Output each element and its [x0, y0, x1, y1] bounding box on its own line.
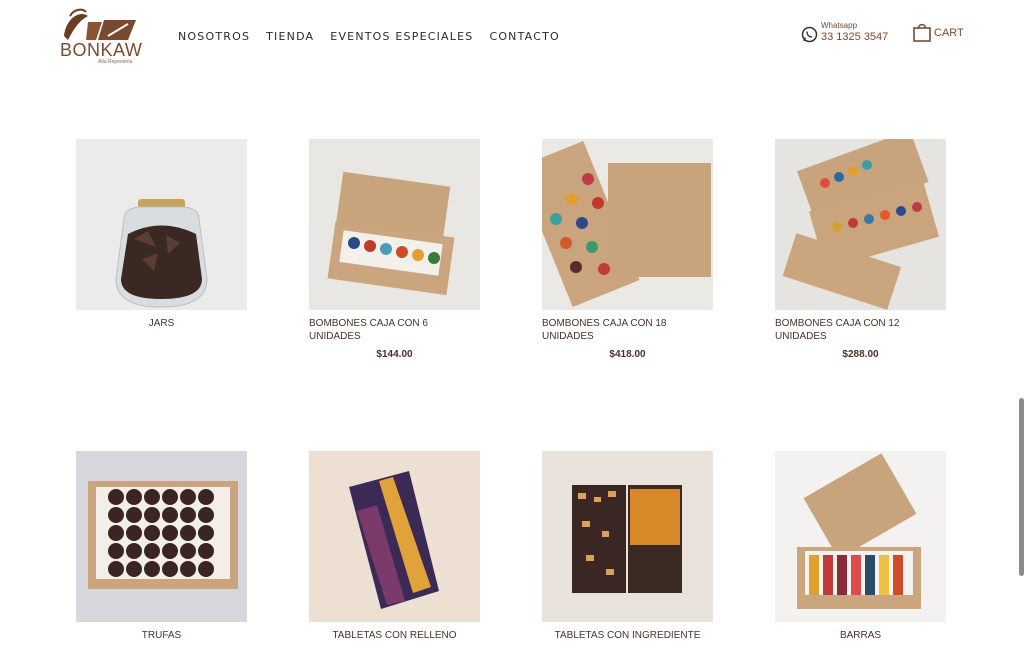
- product-price: $418.00: [609, 349, 646, 360]
- product-card-tabletas-ingrediente[interactable]: TABLETAS CON INGREDIENTE: [542, 451, 713, 642]
- product-name[interactable]: BOMBONES CAJA CON 6 UNIDADES: [309, 317, 480, 343]
- product-card-tabletas-relleno[interactable]: TABLETAS CON RELLENO: [309, 451, 480, 642]
- product-name[interactable]: TABLETAS CON RELLENO: [309, 629, 480, 642]
- product-card-bombones-18[interactable]: BOMBONES CAJA CON 18 UNIDADES $418.00: [542, 139, 713, 360]
- main-nav: NOSOTROS TIENDA EVENTOS ESPECIALES CONTA…: [178, 30, 560, 43]
- product-image[interactable]: [775, 139, 946, 310]
- logo-tagline: Alta Repostería: [98, 59, 133, 65]
- product-name[interactable]: JARS: [76, 317, 247, 330]
- shopping-bag-icon: [913, 23, 931, 42]
- product-name[interactable]: BARRAS: [775, 629, 946, 642]
- product-card-bombones-6[interactable]: BOMBONES CAJA CON 6 UNIDADES $144.00: [309, 139, 480, 360]
- ingredient-bars-image: [572, 485, 682, 593]
- product-image[interactable]: [76, 139, 247, 310]
- product-name[interactable]: TRUFAS: [76, 629, 247, 642]
- cart-label: CART: [934, 27, 964, 39]
- product-card-jars[interactable]: JARS: [76, 139, 247, 330]
- whatsapp-number: 33 1325 3547: [821, 31, 889, 43]
- product-image[interactable]: [76, 451, 247, 622]
- cart-button[interactable]: CART: [912, 22, 964, 42]
- product-name[interactable]: TABLETAS CON INGREDIENTE: [542, 629, 713, 642]
- product-image[interactable]: [309, 451, 480, 622]
- whatsapp-icon: [801, 26, 818, 43]
- nav-tienda[interactable]: TIENDA: [266, 30, 314, 43]
- product-price: $288.00: [842, 349, 879, 360]
- site-header: BONKAW Alta Repostería NOSOTROS TIENDA E…: [0, 0, 1024, 75]
- product-image[interactable]: [542, 139, 713, 310]
- product-card-bombones-12[interactable]: BOMBONES CAJA CON 12 UNIDADES $288.00: [775, 139, 946, 360]
- nav-contacto[interactable]: CONTACTO: [489, 30, 559, 43]
- product-name[interactable]: BOMBONES CAJA CON 12 UNIDADES: [775, 317, 946, 343]
- product-name[interactable]: BOMBONES CAJA CON 18 UNIDADES: [542, 317, 713, 343]
- nav-eventos-especiales[interactable]: EVENTOS ESPECIALES: [330, 30, 473, 43]
- jar-image: [115, 199, 208, 308]
- product-image[interactable]: [542, 451, 713, 622]
- product-card-barras[interactable]: BARRAS: [775, 451, 946, 642]
- page-scrollbar[interactable]: [1019, 398, 1024, 576]
- whatsapp-label: Whatsapp: [821, 21, 858, 30]
- logo-wordmark: BONKAW: [60, 40, 143, 60]
- product-price: $144.00: [376, 349, 413, 360]
- filled-bar-image: [349, 471, 439, 609]
- box-12-image: [782, 139, 939, 310]
- bars-box-image: [797, 453, 921, 609]
- product-card-trufas[interactable]: TRUFAS: [76, 451, 247, 642]
- product-image[interactable]: [309, 139, 480, 310]
- box-18-image: [542, 140, 711, 308]
- bonkaw-logo[interactable]: BONKAW Alta Repostería: [58, 6, 142, 68]
- product-image[interactable]: [775, 451, 946, 622]
- box-6-image: [327, 171, 455, 296]
- nav-nosotros[interactable]: NOSOTROS: [178, 30, 250, 43]
- truffles-image: [88, 481, 238, 589]
